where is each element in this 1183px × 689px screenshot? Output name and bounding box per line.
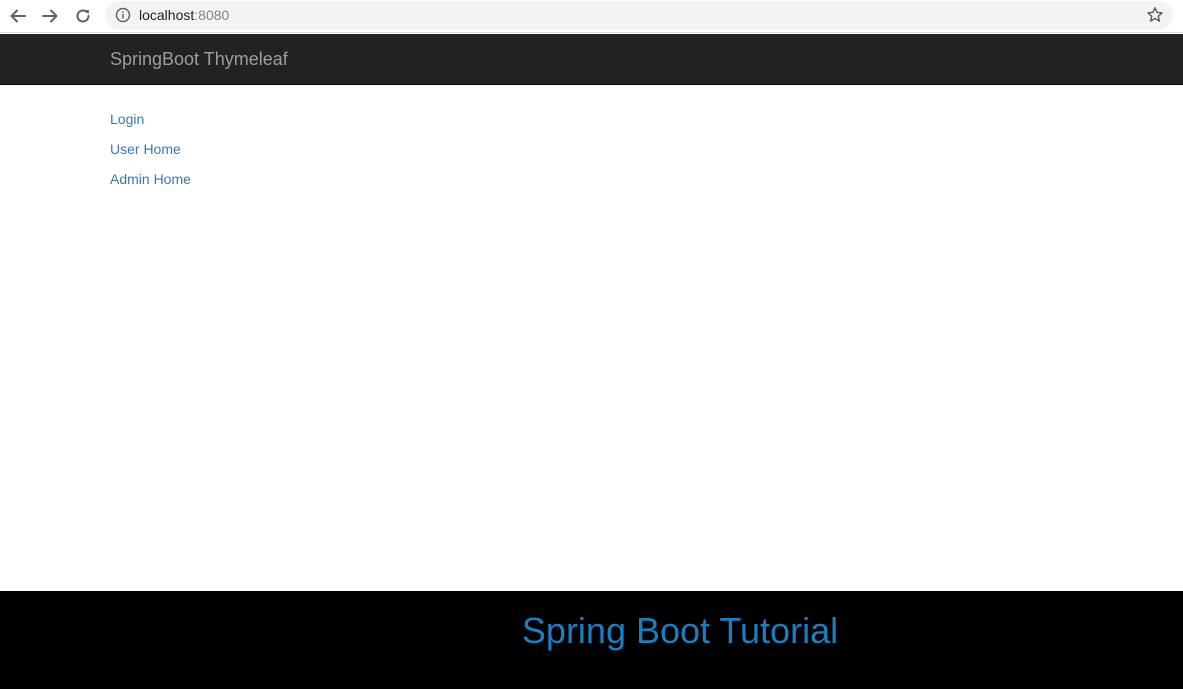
url-port: :8080 (194, 7, 230, 23)
info-icon[interactable] (115, 7, 131, 23)
star-icon[interactable] (1146, 6, 1164, 24)
back-button[interactable] (6, 4, 30, 28)
reload-icon (76, 9, 90, 23)
login-link[interactable]: Login (110, 110, 191, 128)
footer: Spring Boot Tutorial (0, 591, 1183, 689)
navbar-brand[interactable]: SpringBoot Thymeleaf (110, 48, 288, 70)
footer-title: Spring Boot Tutorial (521, 610, 839, 651)
user-home-link[interactable]: User Home (110, 140, 191, 158)
arrow-left-icon (10, 9, 26, 23)
address-bar[interactable]: localhost:8080 (105, 1, 1173, 30)
arrow-right-icon (42, 9, 58, 23)
forward-button[interactable] (38, 4, 62, 28)
main-content: Login User Home Admin Home (110, 110, 191, 200)
url-host: localhost (139, 7, 195, 23)
reload-button[interactable] (71, 4, 95, 28)
browser-toolbar: localhost:8080 (0, 0, 1183, 33)
url-text[interactable]: localhost:8080 (139, 7, 229, 24)
admin-home-link[interactable]: Admin Home (110, 170, 191, 188)
top-navbar: SpringBoot Thymeleaf (0, 34, 1183, 85)
